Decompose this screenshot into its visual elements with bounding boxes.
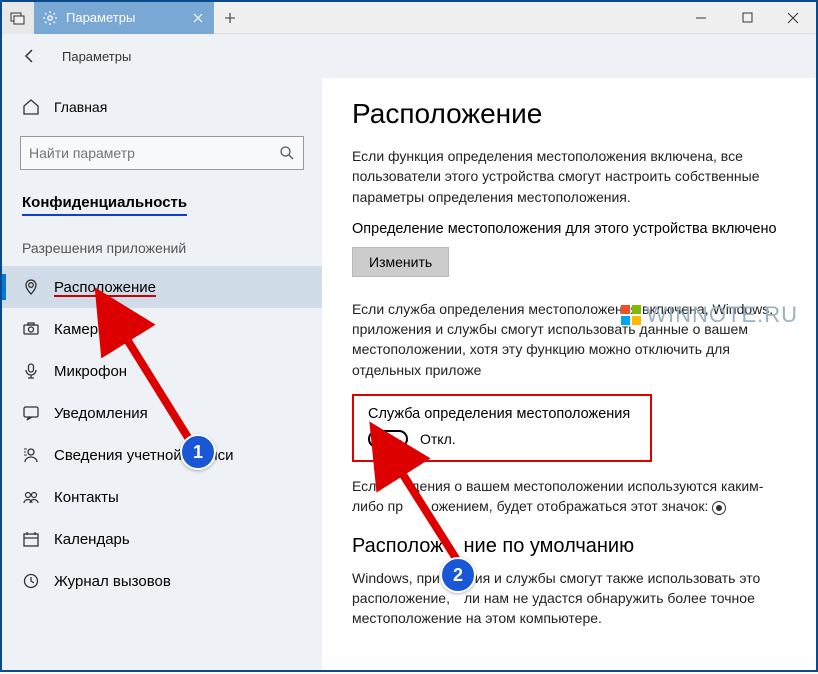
sidebar-item-account-info[interactable]: Сведения учетной записи — [2, 434, 322, 476]
contacts-icon — [22, 488, 40, 506]
callhistory-icon — [22, 572, 40, 590]
microphone-icon — [22, 362, 40, 380]
sidebar-item-camera[interactable]: Камера — [2, 308, 322, 350]
sidebar-item-label: Журнал вызовов — [54, 573, 171, 590]
change-button[interactable]: Изменить — [352, 247, 449, 277]
sidebar-item-label: Микрофон — [54, 363, 127, 380]
location-service-toggle[interactable] — [368, 430, 408, 448]
header-title: Параметры — [62, 49, 131, 64]
sidebar-item-call-history[interactable]: Журнал вызовов — [2, 560, 322, 602]
calendar-icon — [22, 530, 40, 548]
location-icon — [22, 278, 40, 296]
account-icon — [22, 446, 40, 464]
sidebar-item-label: Контакты — [54, 489, 119, 506]
feature-label: Служба определения местоположения — [368, 406, 636, 422]
maximize-button[interactable] — [724, 2, 770, 34]
section-category: Разрешения приложений — [2, 226, 322, 266]
page-heading: Расположение — [352, 98, 786, 130]
notifications-icon — [22, 404, 40, 422]
toggle-state: Откл. — [420, 431, 456, 447]
search-icon — [279, 145, 295, 161]
content-pane: Расположение Если функция определения ме… — [322, 78, 816, 670]
close-button[interactable] — [770, 2, 816, 34]
default-location-paragraph: Windows, приxxxxxия и службы смогут такж… — [352, 568, 786, 629]
cursor-icon — [400, 440, 414, 461]
search-box[interactable] — [20, 136, 304, 170]
home-icon — [22, 98, 40, 116]
sidebar: Главная Конфиденциальность Разрешения пр… — [2, 78, 322, 670]
service-paragraph: Если служба определения местоположения в… — [352, 299, 786, 380]
header-row: Параметры — [2, 34, 816, 78]
new-tab-button[interactable] — [214, 2, 246, 34]
sidebar-item-contacts[interactable]: Контакты — [2, 476, 322, 518]
tab-close-icon[interactable] — [190, 10, 206, 26]
intro-paragraph: Если функция определения местоположения … — [352, 146, 786, 207]
minimize-button[interactable] — [678, 2, 724, 34]
sidebar-item-notifications[interactable]: Уведомления — [2, 392, 322, 434]
camera-icon — [22, 320, 40, 338]
search-input[interactable] — [29, 145, 279, 161]
highlight-box: Служба определения местоположения Откл. — [352, 394, 652, 462]
tab-title: Параметры — [66, 10, 182, 25]
device-status: Определение местоположения для этого уст… — [352, 221, 786, 237]
sidebar-item-label: Расположение — [54, 279, 156, 296]
home-link[interactable]: Главная — [2, 88, 322, 126]
sidebar-item-label: Сведения учетной записи — [54, 447, 234, 464]
default-location-heading: Расположxxние по умолчанию — [352, 535, 786, 558]
privacy-header: Конфиденциальность — [2, 188, 322, 226]
sidebar-item-location[interactable]: Расположение — [2, 266, 322, 308]
usage-paragraph: Еслxxxxxдения о вашем местоположении исп… — [352, 476, 786, 517]
sidebar-item-label: Календарь — [54, 531, 130, 548]
home-label: Главная — [54, 99, 107, 115]
location-indicator-icon — [712, 501, 726, 515]
taskview-icon[interactable] — [2, 2, 34, 34]
sidebar-item-label: Камера — [54, 321, 106, 338]
sidebar-item-calendar[interactable]: Календарь — [2, 518, 322, 560]
titlebar: Параметры — [2, 2, 816, 34]
back-button[interactable] — [14, 40, 46, 72]
sidebar-item-label: Уведомления — [54, 405, 148, 422]
active-tab[interactable]: Параметры — [34, 2, 214, 34]
gear-icon — [42, 10, 58, 26]
window-controls — [678, 2, 816, 34]
sidebar-item-microphone[interactable]: Микрофон — [2, 350, 322, 392]
